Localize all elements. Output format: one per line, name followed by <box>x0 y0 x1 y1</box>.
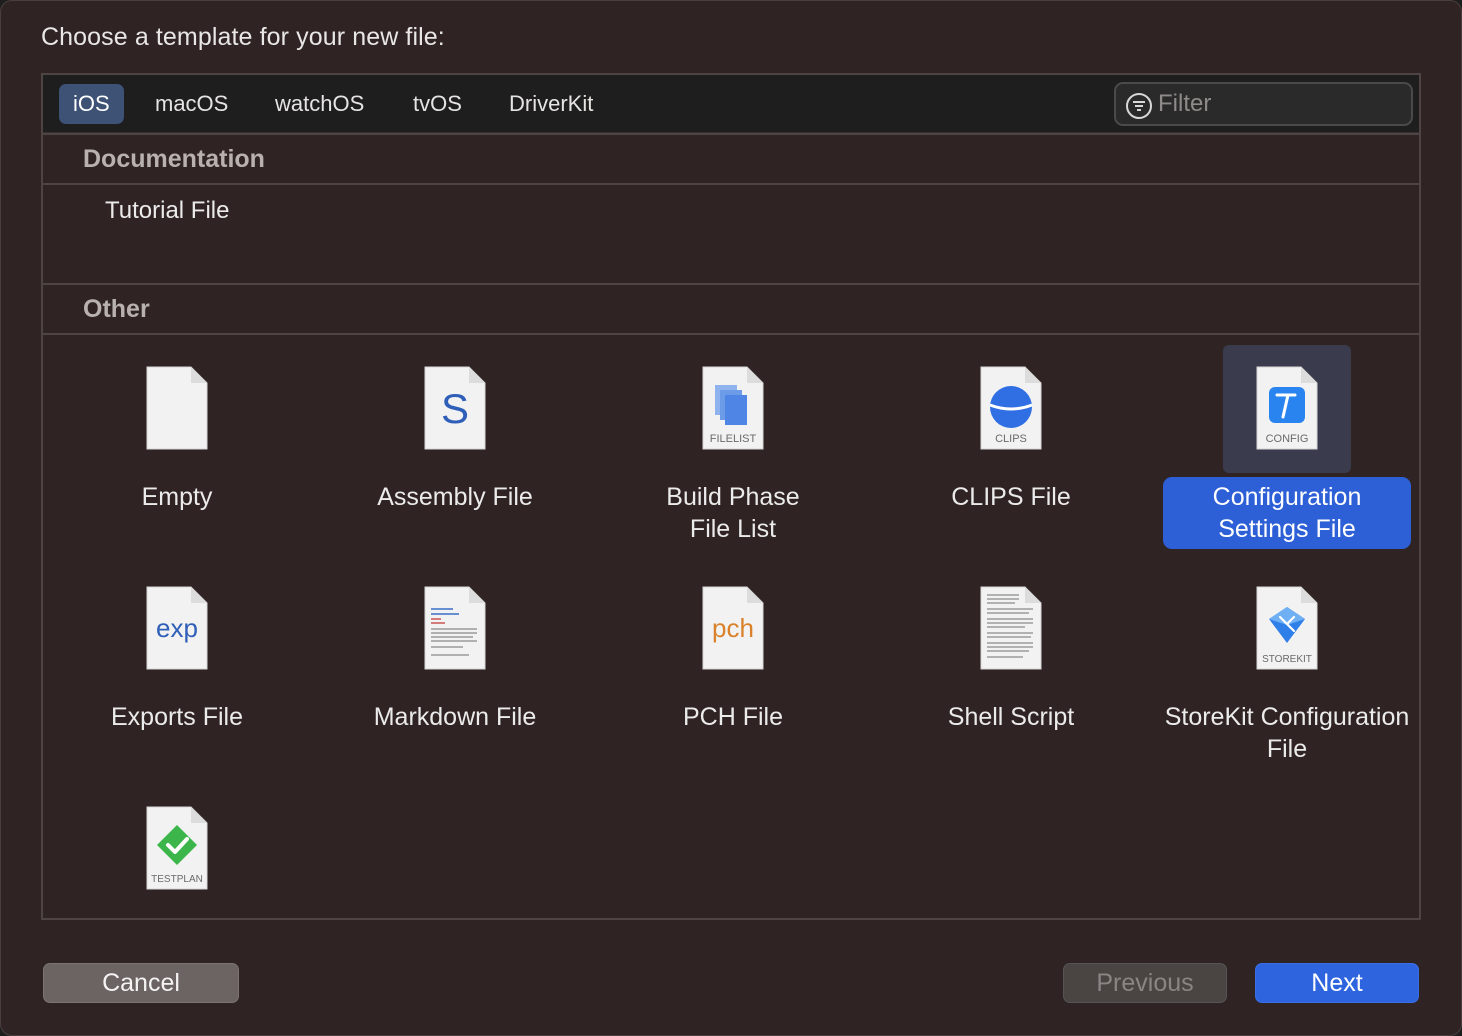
section-header-other: Other <box>43 283 1419 335</box>
previous-button[interactable]: Previous <box>1063 963 1227 1003</box>
filelist-icon: FILELIST <box>701 365 765 451</box>
tab-watchos[interactable]: watchOS <box>261 84 378 124</box>
platform-tab-bar: iOS macOS watchOS tvOS DriverKit <box>43 75 1419 133</box>
exp-badge: exp <box>156 613 198 643</box>
template-label: PCH File <box>682 703 783 731</box>
filter-icon <box>1126 93 1152 119</box>
template-label: Assembly File <box>377 483 533 511</box>
blank-document-icon <box>145 365 209 451</box>
template-label: Empty <box>141 483 213 511</box>
config-badge: CONFIG <box>1266 433 1309 445</box>
testplan-badge: TESTPLAN <box>151 874 203 885</box>
filter-field[interactable] <box>1114 82 1413 126</box>
section-header-documentation: Documentation <box>43 133 1419 185</box>
clips-badge: CLIPS <box>995 433 1027 445</box>
tab-macos[interactable]: macOS <box>141 84 242 124</box>
template-label: StoreKit Configuration File <box>1164 703 1410 763</box>
assembly-s-icon: S <box>423 365 487 451</box>
cancel-button[interactable]: Cancel <box>43 963 239 1003</box>
template-label: Configuration Settings File <box>1163 477 1411 549</box>
config-icon: CONFIG <box>1255 365 1319 451</box>
pch-icon: pch <box>701 585 765 671</box>
markdown-icon <box>423 585 487 671</box>
pch-badge: pch <box>712 613 754 643</box>
dialog-prompt: Choose a template for your new file: <box>41 23 445 51</box>
template-panel: iOS macOS watchOS tvOS DriverKit Documen… <box>41 73 1421 920</box>
template-label: CLIPS File <box>951 483 1071 511</box>
template-label: Build Phase File List <box>666 483 800 543</box>
tab-driverkit[interactable]: DriverKit <box>495 84 607 124</box>
next-button[interactable]: Next <box>1255 963 1419 1003</box>
exp-icon: exp <box>145 585 209 671</box>
new-file-template-dialog: Choose a template for your new file: iOS… <box>0 0 1462 1036</box>
testplan-icon: TESTPLAN <box>145 805 209 891</box>
clips-icon: CLIPS <box>979 365 1043 451</box>
filelist-badge: FILELIST <box>710 433 757 445</box>
storekit-badge: STOREKIT <box>1262 654 1312 665</box>
filter-input[interactable] <box>1158 88 1398 120</box>
storekit-icon: STOREKIT <box>1255 585 1319 671</box>
template-tutorial-file[interactable]: Tutorial File <box>105 197 229 225</box>
tab-tvos[interactable]: tvOS <box>399 84 476 124</box>
tab-ios[interactable]: iOS <box>59 84 124 124</box>
svg-text:S: S <box>441 385 469 432</box>
template-label: Markdown File <box>373 703 537 731</box>
template-label: Shell Script <box>947 703 1075 731</box>
template-label: Exports File <box>111 703 243 731</box>
shell-script-icon <box>979 585 1043 671</box>
